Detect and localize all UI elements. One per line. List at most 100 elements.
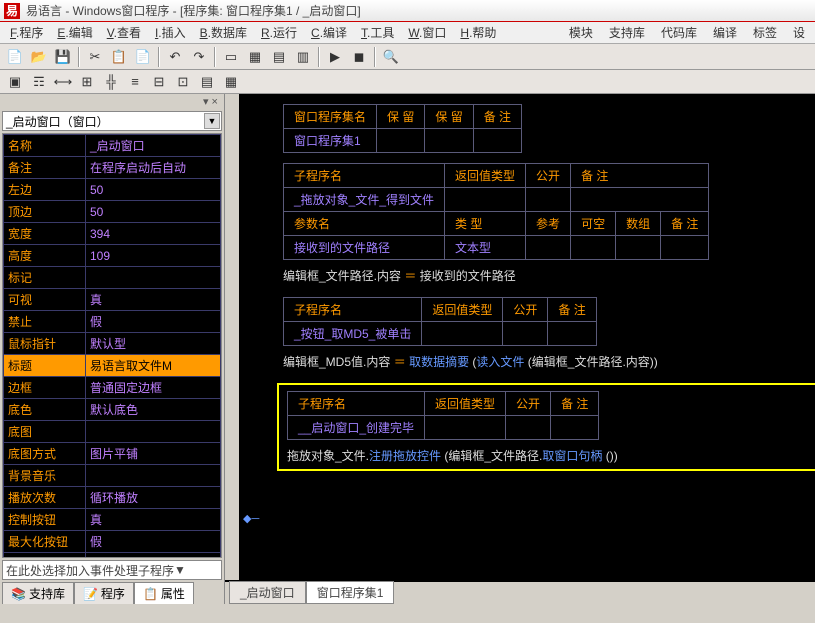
code-editor: ◆─ 窗口程序集名保 留保 留备 注 窗口程序集1 子程序名返回值类型公开备 注… [225, 94, 815, 604]
menu-window[interactable]: W.窗口 [402, 22, 452, 43]
property-panel: ▾ × _启动窗口（窗口） ▼ 名称_启动窗口备注在程序启动后自动左边50顶边5… [0, 94, 225, 604]
find-icon[interactable]: 🔍 [380, 46, 402, 68]
property-row[interactable]: 底图 [4, 421, 221, 443]
window-icon[interactable]: ▭ [220, 46, 242, 68]
tb2-5-icon[interactable]: ╬ [100, 71, 122, 93]
redo-icon[interactable]: ↷ [188, 46, 210, 68]
code-line[interactable]: 编辑框_文件路径.内容 ＝ 接收到的文件路径 [283, 264, 815, 287]
object-selector-value: _启动窗口（窗口） [6, 113, 109, 130]
tb2-1-icon[interactable]: ▣ [4, 71, 26, 93]
sub-table-1: 子程序名返回值类型公开备 注 _拖放对象_文件_得到文件 参数名类 型参考可空数… [283, 163, 709, 260]
divider [214, 47, 216, 67]
menu-insert[interactable]: I.插入 [149, 22, 192, 43]
run-icon[interactable]: ▶ [324, 46, 346, 68]
property-grid[interactable]: 名称_启动窗口备注在程序启动后自动左边50顶边50宽度394高度109标记可视真… [2, 133, 222, 558]
app-logo-icon: 易 [4, 3, 20, 19]
property-row[interactable]: 宽度394 [4, 223, 221, 245]
property-row[interactable]: 播放次数循环播放 [4, 487, 221, 509]
menu-program[interactable]: F.程序 [4, 22, 49, 43]
property-row[interactable]: 底色默认底色 [4, 399, 221, 421]
rmenu-compile[interactable]: 编译 [707, 22, 743, 43]
property-row[interactable]: 左边50 [4, 179, 221, 201]
menu-edit[interactable]: E.编辑 [51, 22, 98, 43]
sub-table-2: 子程序名返回值类型公开备 注 _按钮_取MD5_被单击 [283, 297, 597, 346]
menu-help[interactable]: H.帮助 [454, 22, 502, 43]
property-row[interactable]: 备注在程序启动后自动 [4, 157, 221, 179]
code-area[interactable]: 窗口程序集名保 留保 留备 注 窗口程序集1 子程序名返回值类型公开备 注 _拖… [243, 94, 815, 580]
new-file-icon[interactable]: 📄 [4, 46, 26, 68]
divider [318, 47, 320, 67]
property-row[interactable]: 最小化按钮真 [4, 553, 221, 559]
tab-support[interactable]: 📚 支持库 [2, 582, 74, 604]
undo-icon[interactable]: ↶ [164, 46, 186, 68]
editor-tab-window[interactable]: _启动窗口 [229, 581, 306, 604]
copy-icon[interactable]: 📋 [108, 46, 130, 68]
property-row[interactable]: 最大化按钮假 [4, 531, 221, 553]
tb2-6-icon[interactable]: ≡ [124, 71, 146, 93]
divider [78, 47, 80, 67]
menu-database[interactable]: B.数据库 [194, 22, 253, 43]
save-icon[interactable]: 💾 [52, 46, 74, 68]
property-row[interactable]: 标记 [4, 267, 221, 289]
cut-icon[interactable]: ✂ [84, 46, 106, 68]
property-row[interactable]: 标题易语言取文件M [4, 355, 221, 377]
editor-tab-module[interactable]: 窗口程序集1 [306, 581, 395, 604]
property-row[interactable]: 背景音乐 [4, 465, 221, 487]
menu-tools[interactable]: T.工具 [355, 22, 400, 43]
layout2-icon[interactable]: ▤ [268, 46, 290, 68]
right-menu: 模块 支持库 代码库 编译 标签 设 [563, 22, 811, 43]
property-row[interactable]: 高度109 [4, 245, 221, 267]
tb2-7-icon[interactable]: ⊟ [148, 71, 170, 93]
object-selector[interactable]: _启动窗口（窗口） ▼ [2, 111, 222, 131]
rmenu-tag[interactable]: 标签 [747, 22, 783, 43]
tb2-3-icon[interactable]: ⟷ [52, 71, 74, 93]
property-row[interactable]: 控制按钮真 [4, 509, 221, 531]
rmenu-support[interactable]: 支持库 [603, 22, 651, 43]
dropdown-icon[interactable]: ▼ [174, 563, 186, 577]
property-row[interactable]: 鼠标指针默认型 [4, 333, 221, 355]
sub-table-3: 子程序名返回值类型公开备 注 __启动窗口_创建完毕 [287, 391, 599, 440]
code-line-active[interactable]: 拖放对象_文件.注册拖放控件 (编辑框_文件路径.取窗口句柄 ()) [287, 444, 815, 467]
rmenu-settings[interactable]: 设 [787, 22, 811, 43]
event-selector[interactable]: 在此处选择加入事件处理子程序 ▼ [2, 560, 222, 580]
tb2-4-icon[interactable]: ⊞ [76, 71, 98, 93]
panel-close-icon[interactable]: ▾ × [0, 94, 224, 109]
toolbar-2: ▣ ☶ ⟷ ⊞ ╬ ≡ ⊟ ⊡ ▤ ▦ [0, 70, 815, 94]
property-row[interactable]: 边框普通固定边框 [4, 377, 221, 399]
layout3-icon[interactable]: ▥ [292, 46, 314, 68]
stop-icon[interactable]: ◼ [348, 46, 370, 68]
property-row[interactable]: 禁止假 [4, 311, 221, 333]
divider [374, 47, 376, 67]
open-file-icon[interactable]: 📂 [28, 46, 50, 68]
property-row[interactable]: 顶边50 [4, 201, 221, 223]
rmenu-codelib[interactable]: 代码库 [655, 22, 703, 43]
property-row[interactable]: 底图方式图片平铺 [4, 443, 221, 465]
menu-bar: F.程序 E.编辑 V.查看 I.插入 B.数据库 R.运行 C.编译 T.工具… [0, 22, 815, 44]
gutter [225, 94, 239, 580]
tb2-2-icon[interactable]: ☶ [28, 71, 50, 93]
paste-icon[interactable]: 📄 [132, 46, 154, 68]
layout1-icon[interactable]: ▦ [244, 46, 266, 68]
module-table: 窗口程序集名保 留保 留备 注 窗口程序集1 [283, 104, 522, 153]
menu-run[interactable]: R.运行 [255, 22, 303, 43]
title-bar: 易 易语言 - Windows窗口程序 - [程序集: 窗口程序集1 / _启动… [0, 0, 815, 22]
toolbar-1: 📄 📂 💾 ✂ 📋 📄 ↶ ↷ ▭ ▦ ▤ ▥ ▶ ◼ 🔍 [0, 44, 815, 70]
tb2-8-icon[interactable]: ⊡ [172, 71, 194, 93]
menu-compile[interactable]: C.编译 [305, 22, 353, 43]
left-tabs: 📚 支持库 📝 程序 📋 属性 [0, 582, 224, 604]
rmenu-module[interactable]: 模块 [563, 22, 599, 43]
property-row[interactable]: 名称_启动窗口 [4, 135, 221, 157]
tab-property[interactable]: 📋 属性 [134, 582, 194, 604]
menu-view[interactable]: V.查看 [101, 22, 147, 43]
divider [158, 47, 160, 67]
dropdown-icon[interactable]: ▼ [204, 113, 220, 129]
code-line[interactable]: 编辑框_MD5值.内容 ＝ 取数据摘要 (读入文件 (编辑框_文件路径.内容)) [283, 350, 815, 373]
tb2-10-icon[interactable]: ▦ [220, 71, 242, 93]
window-title: 易语言 - Windows窗口程序 - [程序集: 窗口程序集1 / _启动窗口… [26, 2, 361, 19]
property-row[interactable]: 可视真 [4, 289, 221, 311]
highlighted-block: 子程序名返回值类型公开备 注 __启动窗口_创建完毕 拖放对象_文件.注册拖放控… [277, 383, 815, 471]
tb2-9-icon[interactable]: ▤ [196, 71, 218, 93]
editor-tabs: _启动窗口 窗口程序集1 [225, 582, 815, 604]
event-selector-text: 在此处选择加入事件处理子程序 [6, 562, 174, 579]
tab-program[interactable]: 📝 程序 [74, 582, 134, 604]
